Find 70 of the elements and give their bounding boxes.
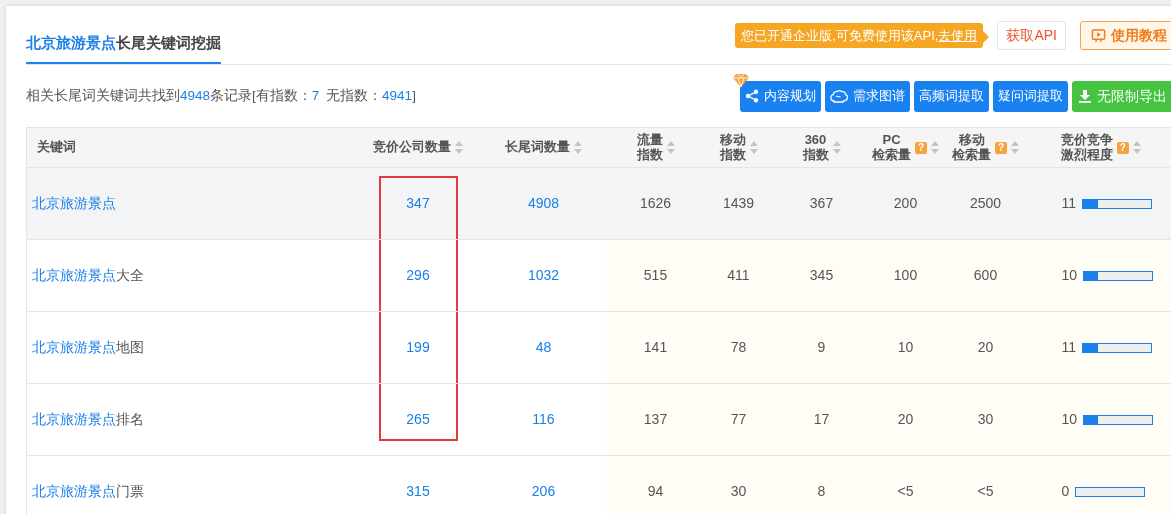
keyword-link[interactable]: 北京旅游景点地图 bbox=[32, 339, 144, 355]
keyword-link[interactable]: 北京旅游景点门票 bbox=[32, 483, 144, 499]
content-plan-button[interactable]: 内容规划 bbox=[740, 80, 821, 112]
share-icon bbox=[745, 89, 759, 103]
table-cell: 94 bbox=[647, 483, 664, 499]
table-cell: 100 bbox=[893, 267, 918, 283]
sort-icon[interactable] bbox=[832, 141, 841, 154]
table-cell: 137 bbox=[643, 411, 668, 427]
table-cell: 20 bbox=[897, 411, 914, 427]
export-button[interactable]: 无限制导出 bbox=[1072, 80, 1171, 112]
bid-count-link[interactable]: 199 bbox=[406, 339, 430, 355]
competition-bar bbox=[1083, 414, 1154, 425]
table-cell: 515 bbox=[643, 267, 668, 283]
keyword-link[interactable]: 北京旅游景点 bbox=[32, 195, 116, 211]
sort-icon[interactable] bbox=[574, 141, 582, 154]
table-cell: 8 bbox=[817, 483, 826, 499]
keyword-link[interactable]: 北京旅游景点大全 bbox=[32, 267, 144, 283]
longtail-count-link[interactable]: 48 bbox=[535, 339, 552, 355]
demand-graph-button[interactable]: 需求图谱 bbox=[825, 80, 910, 112]
tutorial-button[interactable]: 使用教程 bbox=[1080, 21, 1171, 50]
summary-text: 相关长尾词关键词共找到4948条记录[有指数：7 无指数：4941] bbox=[26, 86, 416, 105]
longtail-count-link[interactable]: 1032 bbox=[527, 267, 560, 283]
table-cell: 78 bbox=[730, 339, 747, 355]
competition-value: 10 bbox=[1061, 410, 1078, 429]
video-icon bbox=[1091, 28, 1106, 43]
table-cell: <5 bbox=[897, 483, 914, 499]
sort-icon[interactable] bbox=[1011, 141, 1019, 154]
table-cell: 17 bbox=[813, 411, 830, 427]
page-tab[interactable]: 北京旅游景点长尾关键词挖掘 bbox=[26, 32, 221, 64]
longtail-count-link[interactable]: 116 bbox=[532, 411, 555, 427]
sort-icon[interactable] bbox=[666, 141, 675, 154]
get-api-button[interactable]: 获取API bbox=[997, 21, 1066, 50]
table-cell: 30 bbox=[977, 411, 994, 427]
table-cell: 1439 bbox=[722, 195, 755, 211]
keyword-link[interactable]: 北京旅游景点排名 bbox=[32, 411, 144, 427]
table-cell: 367 bbox=[809, 195, 834, 211]
longtail-count-link[interactable]: 4908 bbox=[527, 195, 560, 211]
bid-count-link[interactable]: 315 bbox=[406, 483, 430, 499]
longtail-count-link[interactable]: 206 bbox=[531, 483, 556, 499]
table-cell: 20 bbox=[977, 339, 994, 355]
table-cell: 411 bbox=[727, 267, 750, 283]
competition-value: 0 bbox=[1061, 482, 1070, 501]
table-cell: 9 bbox=[817, 339, 826, 355]
column-header[interactable]: 关键词 bbox=[37, 140, 76, 155]
table-cell: 600 bbox=[973, 267, 998, 283]
table-cell: 200 bbox=[893, 195, 918, 211]
table-cell: 2500 bbox=[969, 195, 1002, 211]
competition-value: 11 bbox=[1061, 338, 1077, 357]
table-cell: 30 bbox=[730, 483, 747, 499]
download-icon bbox=[1078, 89, 1092, 103]
table-cell: 10 bbox=[897, 339, 914, 355]
table-cell: <5 bbox=[977, 483, 994, 499]
competition-value: 11 bbox=[1061, 194, 1077, 213]
competition-bar bbox=[1082, 342, 1153, 353]
competition-bar bbox=[1082, 198, 1153, 209]
sort-icon[interactable] bbox=[1132, 141, 1141, 154]
extract-button[interactable]: 高频词提取 bbox=[914, 80, 989, 112]
bid-count-link[interactable]: 347 bbox=[406, 195, 430, 211]
sort-icon[interactable] bbox=[931, 141, 939, 154]
table-cell: 345 bbox=[809, 267, 834, 283]
competition-bar bbox=[1083, 270, 1154, 281]
extract-button[interactable]: 疑问词提取 bbox=[993, 80, 1068, 112]
table-cell: 141 bbox=[643, 339, 668, 355]
bid-count-link[interactable]: 296 bbox=[406, 267, 430, 283]
sort-icon[interactable] bbox=[749, 141, 758, 154]
table-cell: 77 bbox=[730, 411, 747, 427]
sort-icon[interactable] bbox=[455, 141, 463, 154]
bid-count-link[interactable]: 265 bbox=[406, 411, 430, 427]
competition-value: 10 bbox=[1061, 266, 1078, 285]
table-cell: 1626 bbox=[639, 195, 672, 211]
